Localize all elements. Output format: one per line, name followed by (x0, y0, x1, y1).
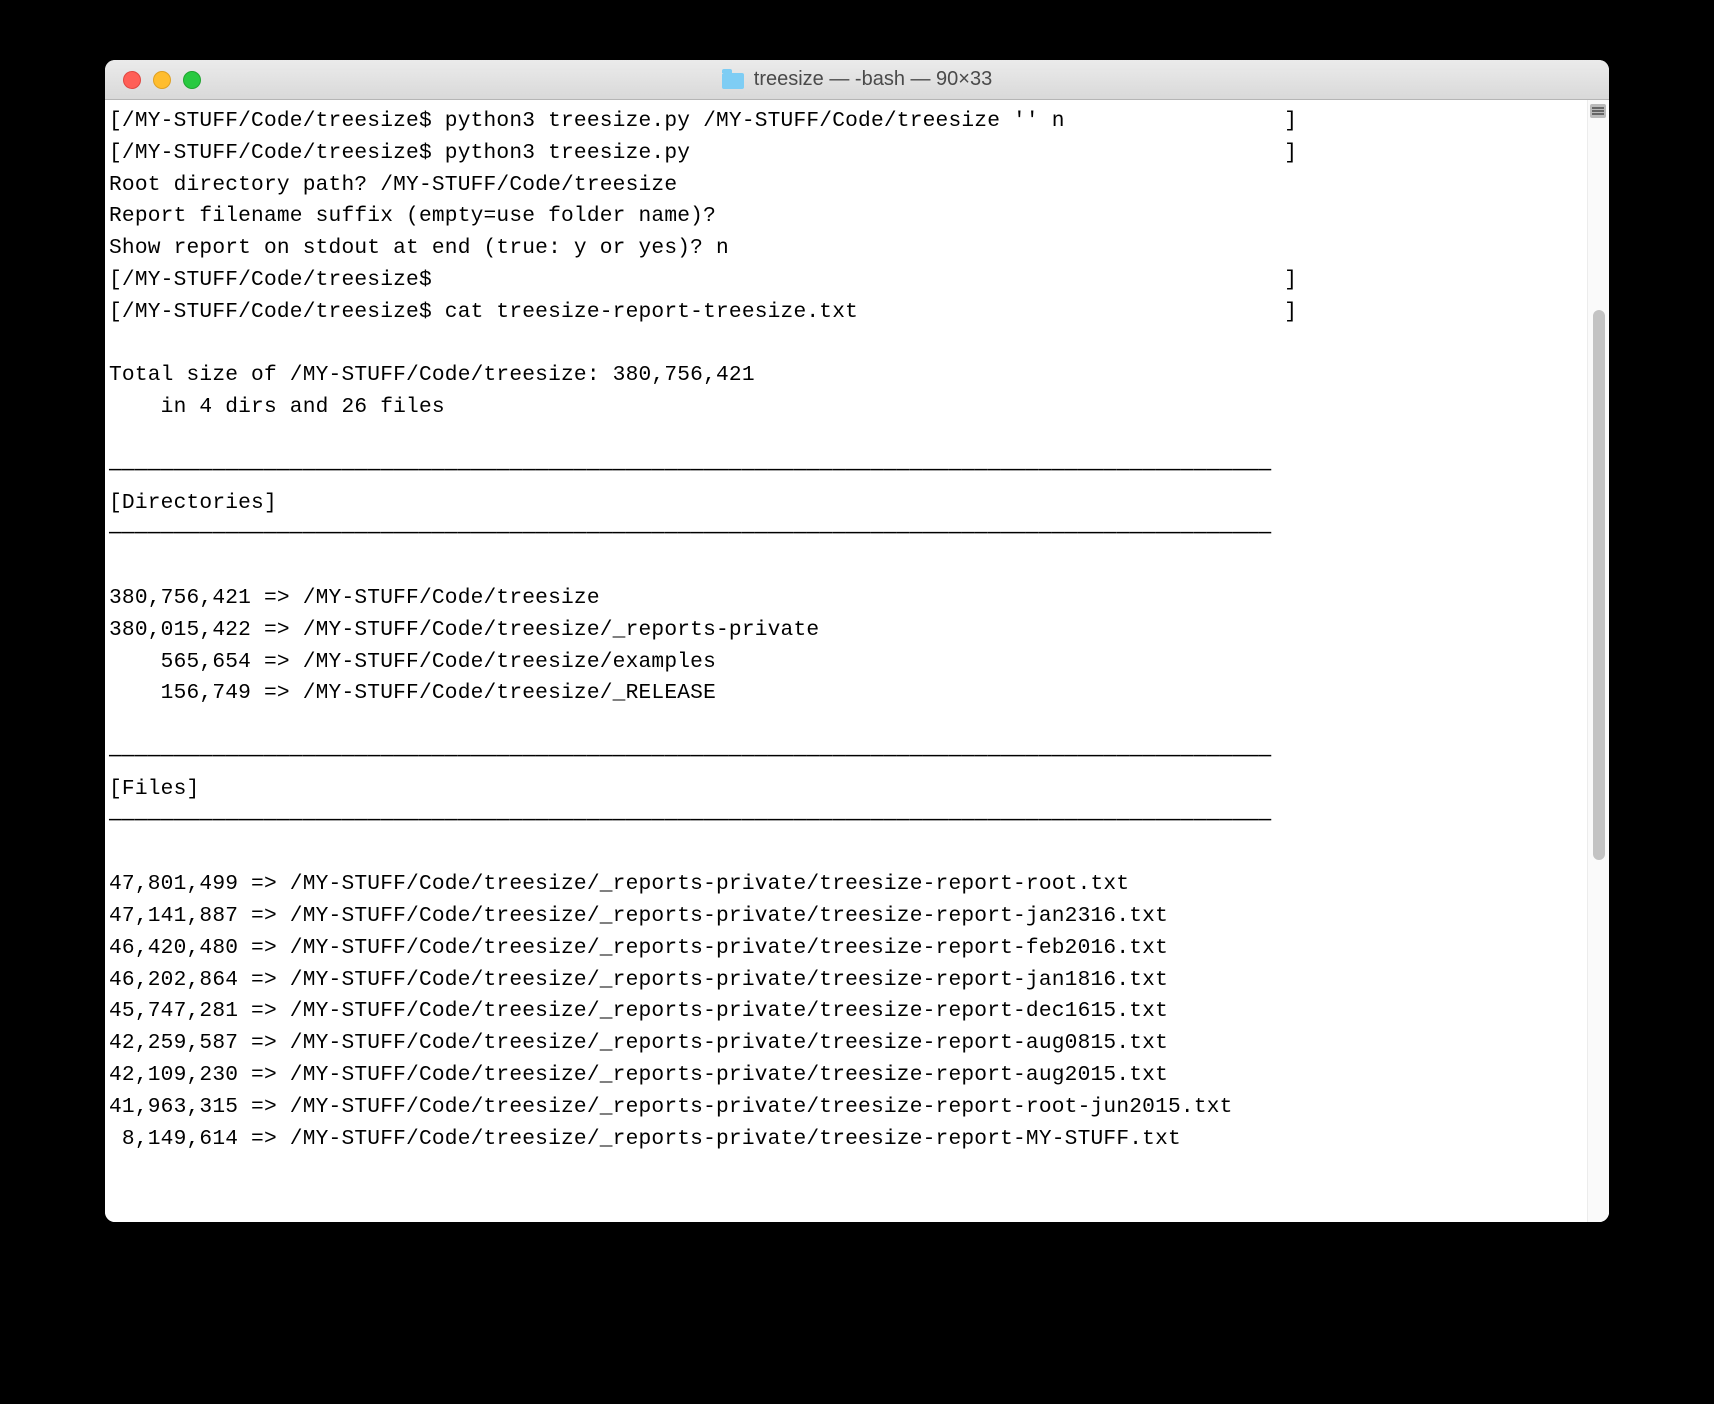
scrollbar-thumb[interactable] (1593, 310, 1605, 860)
traffic-lights (105, 71, 201, 89)
scrollbar-track[interactable] (1587, 100, 1609, 1222)
terminal-content-wrap: [/MY-STUFF/Code/treesize$ python3 treesi… (105, 100, 1609, 1222)
window-title: treesize — -bash — 90×33 (105, 68, 1609, 91)
pane-toggle-icon[interactable] (1590, 104, 1606, 118)
terminal-output[interactable]: [/MY-STUFF/Code/treesize$ python3 treesi… (105, 100, 1609, 1222)
close-icon[interactable] (123, 71, 141, 89)
terminal-window: treesize — -bash — 90×33 [/MY-STUFF/Code… (105, 60, 1609, 1222)
zoom-icon[interactable] (183, 71, 201, 89)
titlebar[interactable]: treesize — -bash — 90×33 (105, 60, 1609, 100)
folder-icon (722, 73, 744, 89)
window-title-text: treesize — -bash — 90×33 (754, 68, 992, 91)
minimize-icon[interactable] (153, 71, 171, 89)
